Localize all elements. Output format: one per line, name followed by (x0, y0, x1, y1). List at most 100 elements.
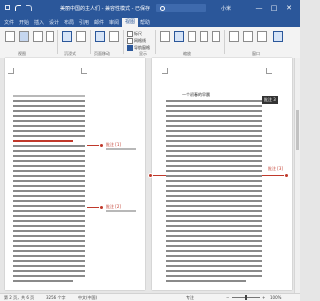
new-window-button[interactable] (227, 30, 241, 44)
page-count[interactable]: 第 2 页，共 6 页 (4, 295, 34, 301)
comment-author[interactable]: 批注 [3] (268, 166, 283, 172)
gridlines-checkbox[interactable] (127, 38, 133, 44)
text-line (166, 180, 262, 182)
focus-button[interactable] (60, 30, 74, 44)
text-line (166, 270, 262, 272)
text-line (13, 275, 85, 277)
user-name[interactable]: 小米 (221, 5, 231, 12)
focus-mode-button[interactable]: 专注 (186, 295, 194, 301)
group-label-show: 显示 (139, 51, 147, 56)
arrange-all-button[interactable] (241, 30, 255, 44)
one-page-button[interactable] (186, 30, 198, 44)
text-line (166, 255, 262, 257)
text-line (13, 125, 85, 127)
save-icon[interactable] (5, 5, 10, 10)
zoom-percent[interactable]: 100% (270, 295, 281, 300)
zoom-out-button[interactable]: − (226, 295, 229, 300)
undo-icon[interactable] (15, 5, 21, 11)
comment-marker[interactable] (148, 173, 153, 178)
page-width-icon (212, 31, 220, 42)
text-line (13, 115, 85, 117)
close-button[interactable]: ✕ (283, 3, 295, 13)
text-line (13, 165, 85, 167)
text-line (13, 210, 85, 212)
comment-marker[interactable] (99, 205, 104, 210)
navigation-pane-checkbox[interactable] (127, 45, 133, 51)
comment-pane-tab[interactable]: 批注 3 (262, 96, 278, 104)
side-to-side-icon (109, 31, 119, 42)
paragraph-heading: 一个初春的早晨 (182, 92, 210, 97)
scrollbar-thumb[interactable] (296, 110, 299, 150)
redo-icon[interactable] (26, 5, 32, 11)
text-line (166, 160, 262, 162)
multiple-pages-button[interactable] (198, 30, 210, 44)
zoom-in-button[interactable]: + (262, 295, 265, 300)
ruler-checkbox[interactable] (127, 31, 133, 37)
print-layout-button[interactable] (17, 30, 31, 44)
zoom-button[interactable] (158, 30, 172, 44)
print-layout-icon (19, 31, 29, 42)
text-line (166, 115, 262, 117)
page-width-button[interactable] (210, 30, 222, 44)
tab-view[interactable]: 视图 (122, 18, 139, 27)
vertical-scrollbar[interactable] (294, 58, 300, 293)
outline-button[interactable] (45, 30, 55, 44)
zoom-100-button[interactable] (172, 30, 186, 44)
text-line (13, 245, 85, 247)
switch-windows-button[interactable] (271, 30, 285, 44)
split-button[interactable] (255, 30, 269, 44)
comment-marker[interactable] (284, 173, 289, 178)
page-right[interactable]: 批注 3 一个初春的早晨 批注 [3] (148, 58, 292, 290)
tab-home[interactable]: 开始 (19, 19, 29, 26)
crop-mark (81, 68, 87, 74)
tab-help[interactable]: 帮助 (140, 19, 150, 26)
tab-references[interactable]: 引用 (79, 19, 89, 26)
text-line (166, 245, 262, 247)
vertical-button[interactable] (93, 30, 107, 44)
tab-mailings[interactable]: 邮件 (94, 19, 104, 26)
tab-review[interactable]: 审阅 (109, 19, 119, 26)
immersive-reader-button[interactable] (74, 30, 88, 44)
read-mode-button[interactable] (3, 30, 17, 44)
text-line (166, 155, 262, 157)
text-line (13, 175, 85, 177)
text-line (166, 200, 262, 202)
text-line (13, 95, 85, 97)
language-indicator[interactable]: 中文(中国) (78, 295, 97, 301)
text-line (13, 205, 85, 207)
document-workspace[interactable]: 批注 [1] 批注 [2] 批注 3 一个初春的早晨 批注 [3] (0, 58, 300, 293)
text-line (166, 170, 262, 172)
text-line (166, 280, 246, 282)
text-line (13, 250, 85, 252)
text-line (13, 135, 85, 137)
tab-insert[interactable]: 插入 (34, 19, 44, 26)
minimize-button[interactable]: — (253, 3, 265, 13)
maximize-button[interactable]: □ (268, 3, 280, 13)
page-left[interactable]: 批注 [1] 批注 [2] (5, 58, 145, 290)
ribbon: 视图 沉浸式 页面移动 标尺 网格线 导航窗格 显示 缩放 窗口 (0, 27, 300, 59)
tab-design[interactable]: 设计 (49, 19, 59, 26)
text-line (166, 110, 262, 112)
text-line (166, 225, 262, 227)
tab-file[interactable]: 文件 (4, 19, 14, 26)
comment-connector (262, 175, 286, 176)
side-to-side-button[interactable] (107, 30, 121, 44)
text-line (166, 100, 262, 102)
text-line (166, 165, 262, 167)
arrange-all-icon (243, 31, 253, 42)
text-line (13, 105, 85, 107)
text-line (166, 135, 262, 137)
text-line (13, 150, 85, 152)
zoom-slider-thumb[interactable] (245, 295, 247, 300)
text-line (13, 270, 85, 272)
text-line (13, 155, 85, 157)
web-layout-button[interactable] (31, 30, 45, 44)
quick-access-toolbar (5, 5, 32, 11)
tab-layout[interactable]: 布局 (64, 19, 74, 26)
text-line (166, 125, 262, 127)
text-line (166, 220, 262, 222)
search-box[interactable] (156, 4, 206, 12)
word-count[interactable]: 3256 个字 (46, 295, 65, 301)
comment-marker[interactable] (99, 143, 104, 148)
text-line (166, 260, 262, 262)
